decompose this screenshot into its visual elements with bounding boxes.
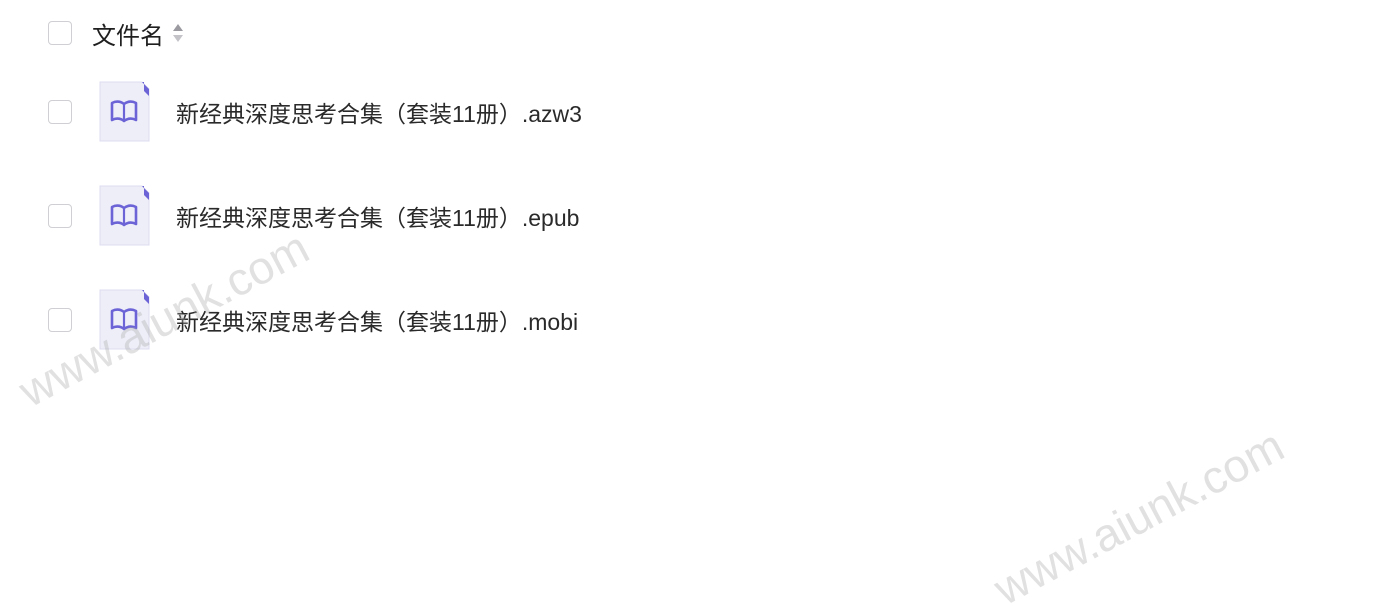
- book-icon: [98, 81, 150, 143]
- watermark-text: www.aiunk.com: [985, 418, 1293, 615]
- file-row[interactable]: 新经典深度思考合集（套装11册）.azw3: [48, 81, 582, 143]
- file-row[interactable]: 新经典深度思考合集（套装11册）.epub: [48, 185, 579, 247]
- file-name[interactable]: 新经典深度思考合集（套装11册）.azw3: [176, 95, 582, 129]
- file-row-checkbox[interactable]: [48, 100, 72, 124]
- sort-icon[interactable]: [172, 22, 184, 44]
- file-row-checkbox[interactable]: [48, 308, 72, 332]
- book-icon: [98, 185, 150, 247]
- column-header-filename[interactable]: 文件名: [92, 16, 164, 51]
- select-all-checkbox[interactable]: [48, 21, 72, 45]
- file-name[interactable]: 新经典深度思考合集（套装11册）.mobi: [176, 303, 578, 337]
- file-list-header: 文件名: [48, 16, 184, 51]
- book-icon: [98, 289, 150, 351]
- file-name[interactable]: 新经典深度思考合集（套装11册）.epub: [176, 199, 579, 233]
- file-row[interactable]: 新经典深度思考合集（套装11册）.mobi: [48, 289, 578, 351]
- file-row-checkbox[interactable]: [48, 204, 72, 228]
